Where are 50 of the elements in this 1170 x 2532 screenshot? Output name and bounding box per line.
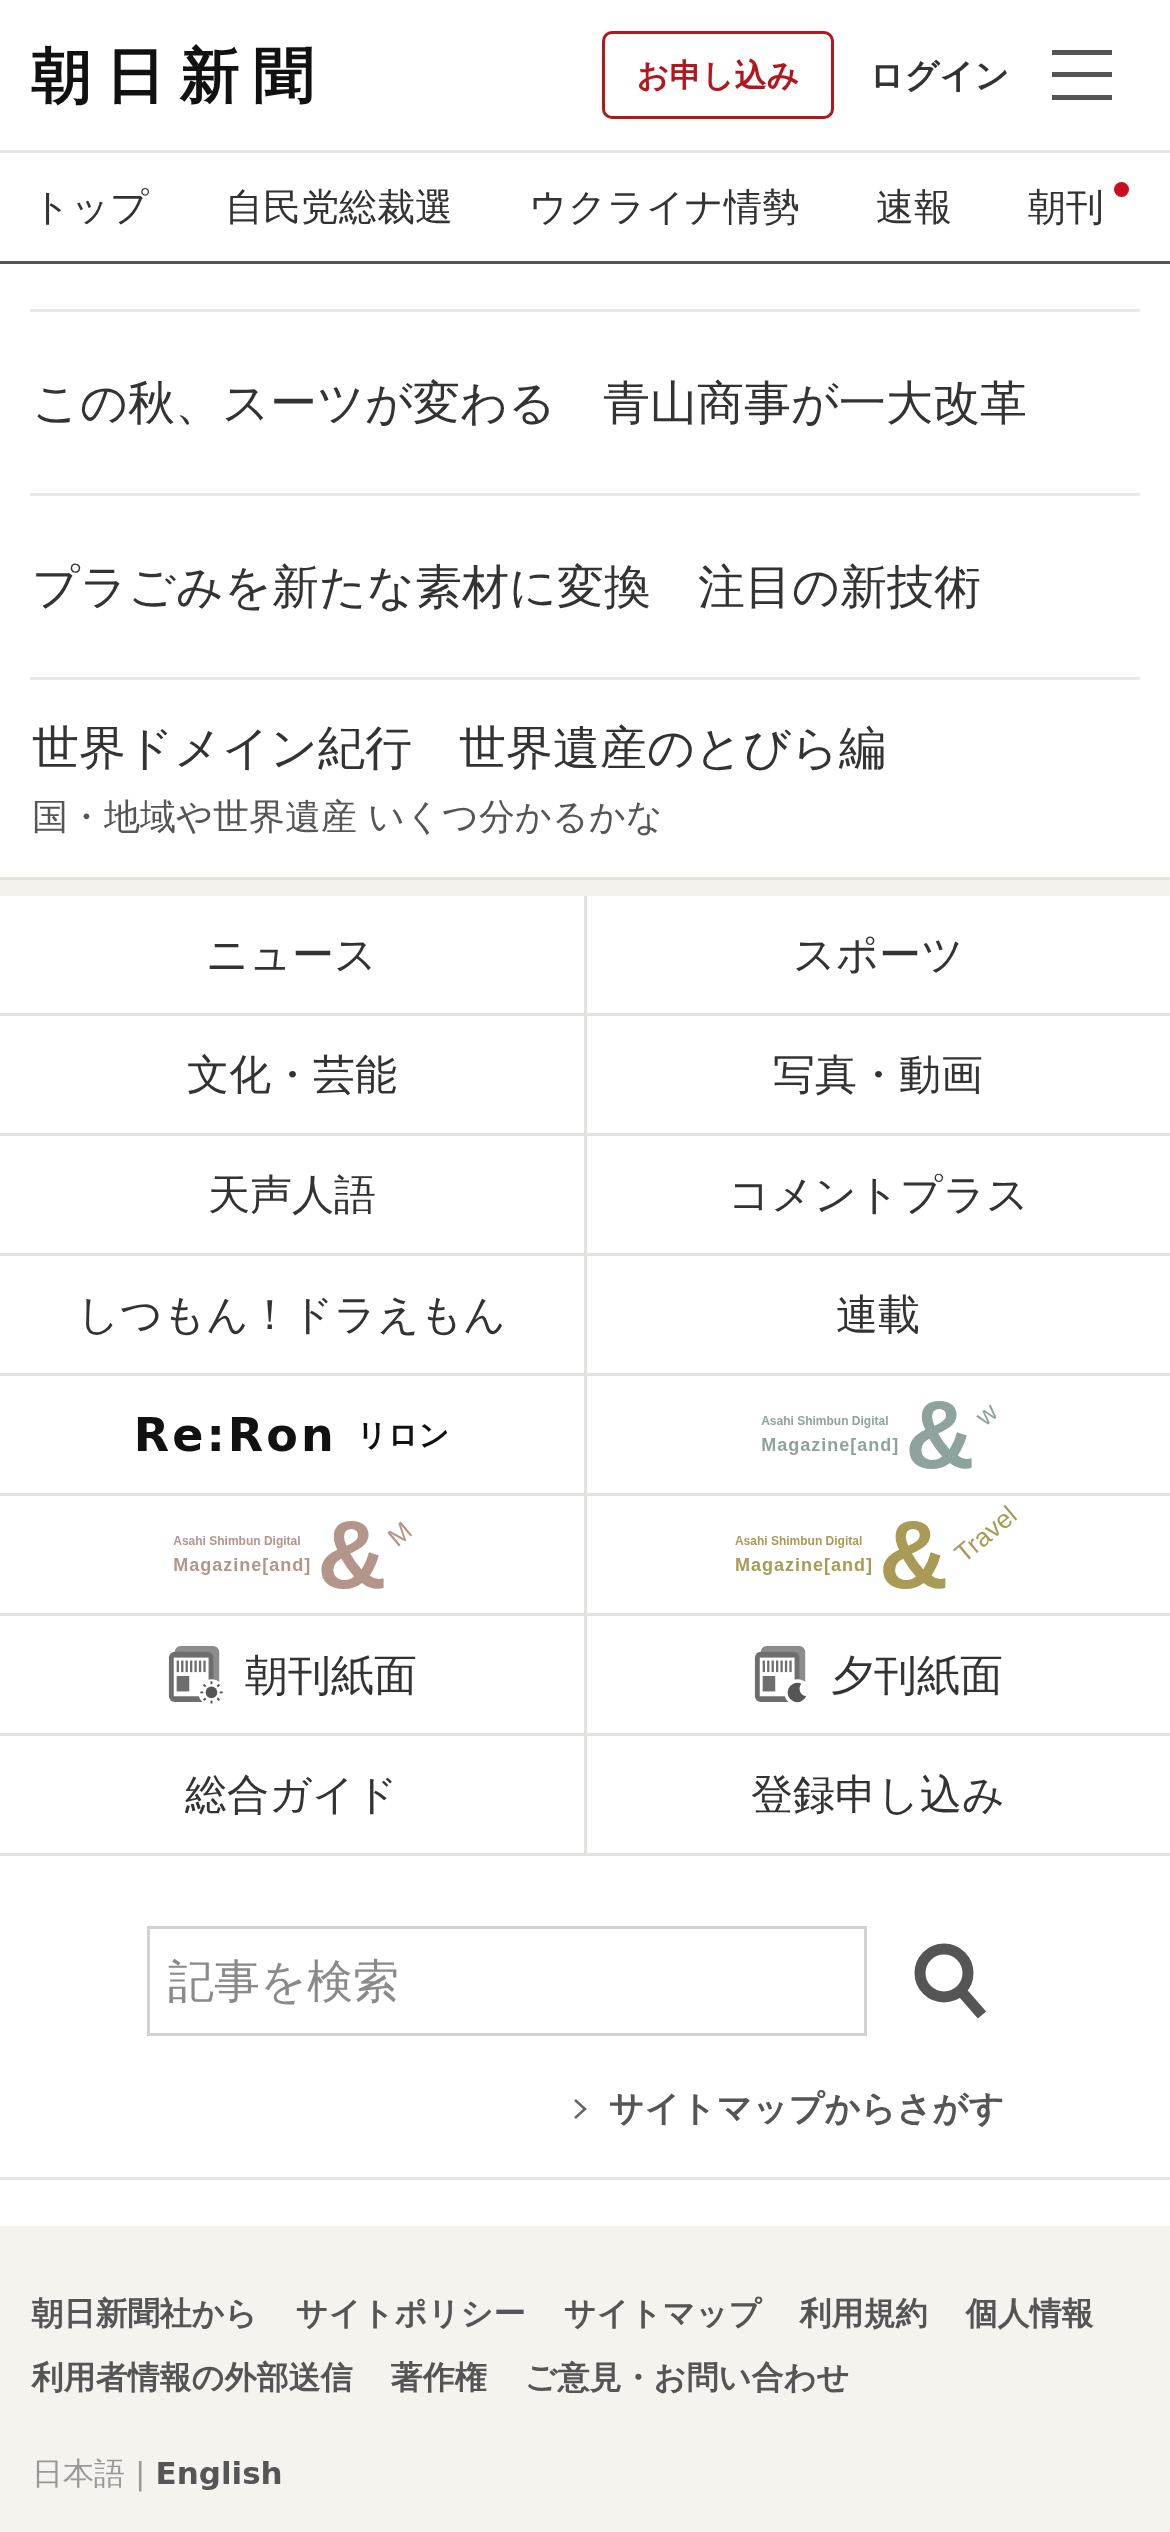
logo-title: Magazine[and] <box>734 1553 873 1576</box>
logo-publisher: Asahi Shimbun Digital <box>734 1533 863 1548</box>
footer-link[interactable]: 朝日新聞社から <box>32 2281 258 2345</box>
logo-wordmark: Re:Ron <box>133 1406 337 1463</box>
language-separator: | <box>135 2454 146 2494</box>
menu-icon[interactable] <box>1052 50 1112 100</box>
logo-kana: リロン <box>356 1415 450 1454</box>
logo-ampersand: & <box>878 1506 949 1603</box>
logo-link[interactable]: Re:Ron リロン <box>0 1376 584 1493</box>
category-link[interactable]: ニュース <box>0 896 584 1013</box>
login-button[interactable]: ログイン <box>870 53 1010 97</box>
article-title[interactable]: 世界ドメイン紀行 世界遺産のとびら編 <box>32 717 886 778</box>
subscribe-button[interactable]: お申し込み <box>602 31 834 119</box>
article-title[interactable]: この秋、スーツが変わる 青山商事が一大改革 <box>32 372 1027 433</box>
newspaper-sun-icon <box>166 1643 225 1706</box>
article-title[interactable]: プラごみを新たな素材に変換 注目の新技術 <box>32 556 981 617</box>
category-link[interactable]: 登録申し込み <box>586 1736 1170 1853</box>
sitemap-link[interactable]: サイトマップからさがす <box>573 2086 1005 2131</box>
category-link[interactable]: 天声人語 <box>0 1136 584 1253</box>
footer-link[interactable]: ご意見・お問い合わせ <box>525 2345 850 2409</box>
category-link[interactable]: しつもん！ドラえもん <box>0 1256 584 1373</box>
footer-link[interactable]: 個人情報 <box>966 2281 1094 2345</box>
site-logo[interactable]: 朝日新聞 <box>32 40 328 110</box>
nav-tab[interactable]: 自民党総裁選 <box>225 182 453 232</box>
search-field[interactable]: 記事を検索 <box>147 1926 867 2036</box>
paper-link[interactable]: 夕刊紙面 <box>586 1616 1170 1733</box>
category-link[interactable]: コメントプラス <box>586 1136 1170 1253</box>
nav-tab[interactable]: 朝刊 <box>1028 182 1129 232</box>
article-subtitle: 国・地域や世界遺産 いくつ分かるかな <box>32 795 664 839</box>
logo-publisher: Asahi Shimbun Digital <box>173 1533 301 1548</box>
category-link[interactable]: スポーツ <box>586 896 1170 1013</box>
footer-link[interactable]: サイトポリシー <box>296 2281 526 2345</box>
footer-link[interactable]: サイトマップ <box>564 2281 762 2345</box>
nav-tab[interactable]: トップ <box>32 182 149 232</box>
footer-link[interactable]: 利用者情報の外部送信 <box>32 2345 353 2409</box>
search-icon[interactable] <box>912 1941 987 2021</box>
footer-link[interactable]: 利用規約 <box>800 2281 928 2345</box>
logo-title: Magazine[and] <box>761 1433 900 1456</box>
category-link[interactable]: 文化・芸能 <box>0 1016 584 1133</box>
category-link[interactable]: 連載 <box>586 1256 1170 1373</box>
footer-link[interactable]: 著作権 <box>391 2345 487 2409</box>
category-link[interactable]: 写真・動画 <box>586 1016 1170 1133</box>
logo-publisher: Asahi Shimbun Digital <box>761 1413 889 1428</box>
paper-link[interactable]: 朝刊紙面 <box>0 1616 584 1733</box>
category-link[interactable]: 総合ガイド <box>0 1736 584 1853</box>
logo-title: Magazine[and] <box>173 1553 312 1576</box>
chevron-icon <box>573 2097 587 2120</box>
nav-tab[interactable]: ウクライナ情勢 <box>529 182 800 232</box>
language-option[interactable]: English <box>155 2445 283 2501</box>
nav-tab[interactable]: 速報 <box>876 182 952 232</box>
